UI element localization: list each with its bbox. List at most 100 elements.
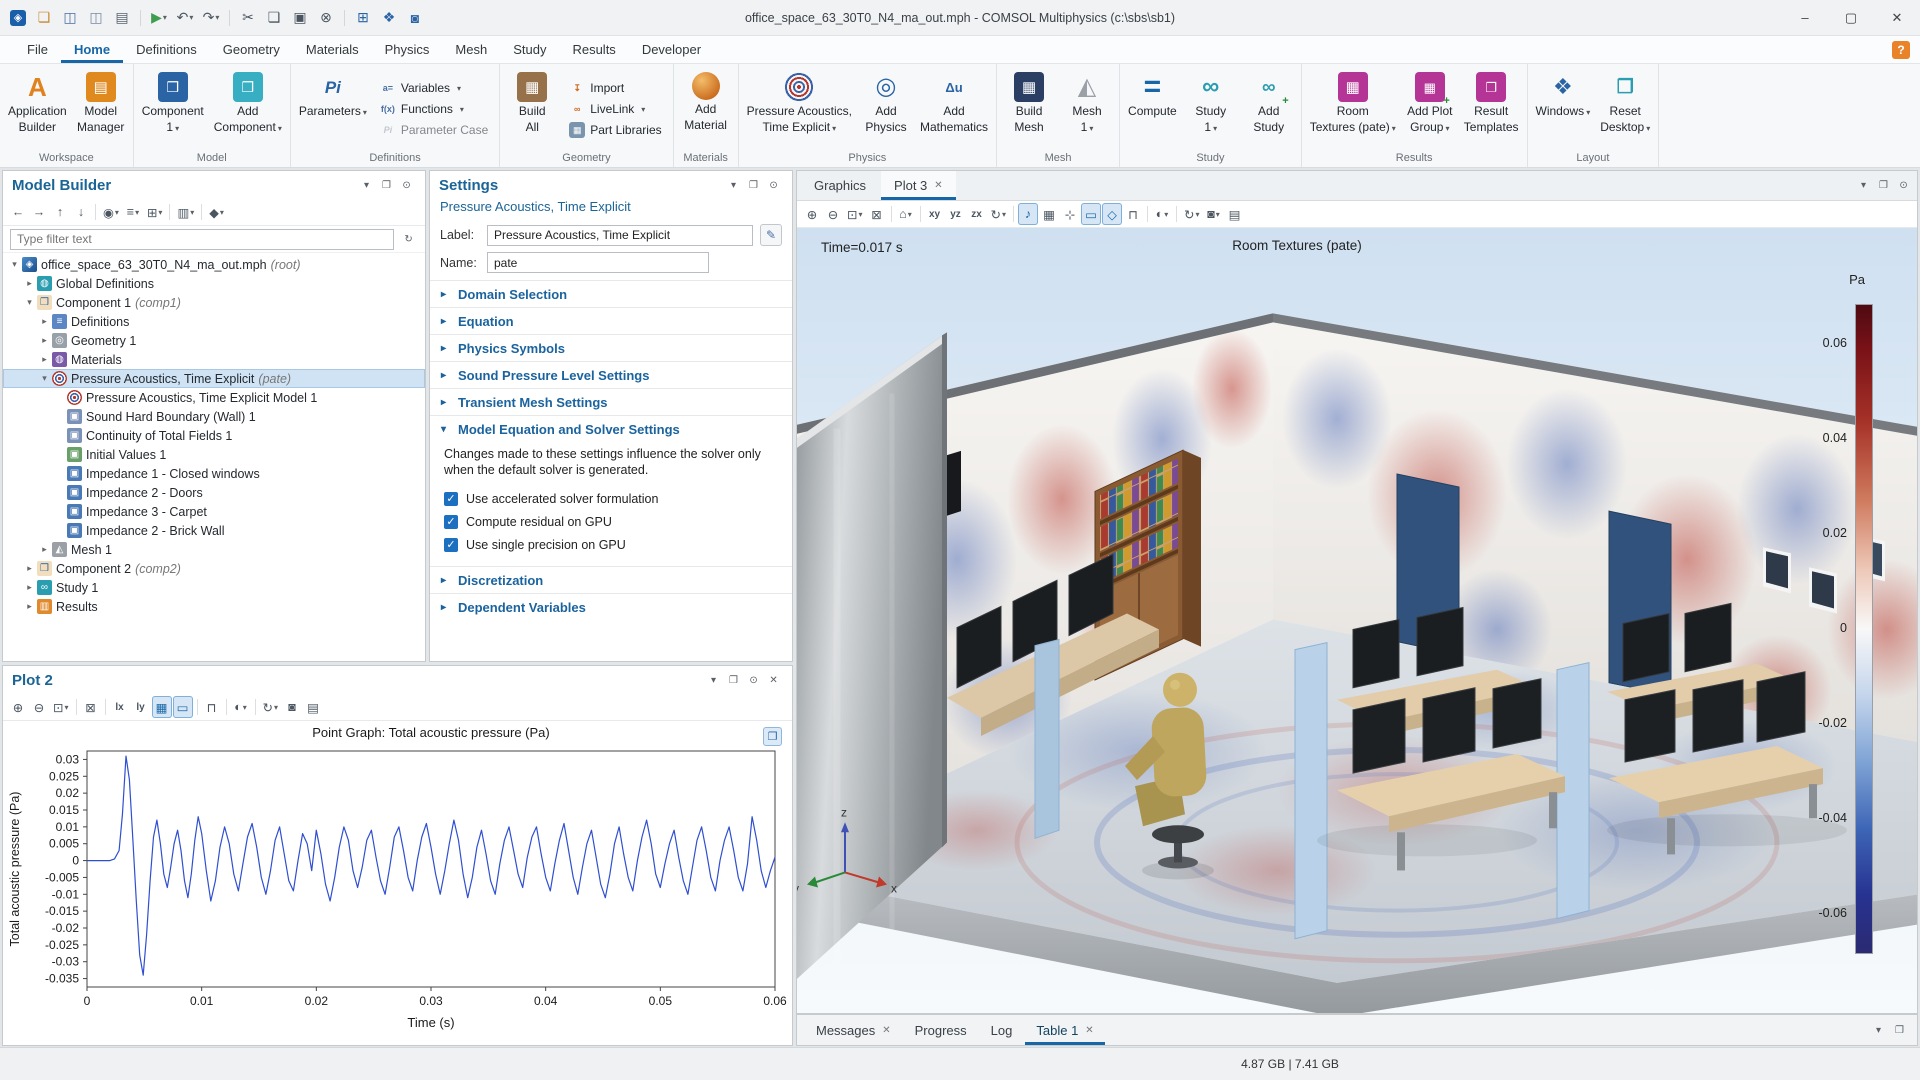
tab-table-1[interactable]: Table 1 ✕ (1025, 1015, 1104, 1045)
expand-arrow-icon[interactable]: ▾ (8, 259, 21, 270)
zoom-extents-button[interactable]: ⊠ (81, 696, 101, 718)
tree-item[interactable]: ▾ ❒ Component 1 (comp1) (3, 293, 425, 312)
show-axes-button[interactable]: ⊹ (1060, 203, 1080, 225)
parameters-ribbon-button[interactable]: Pi Parameters ▾ (294, 67, 372, 151)
section-domain-selection[interactable]: ▸ Domain Selection (430, 280, 792, 307)
section-dependent-variables[interactable]: ▸ Dependent Variables (430, 593, 792, 620)
windows-ribbon-button[interactable]: ❖ Windows ▾ (1531, 67, 1596, 151)
tree-item[interactable]: ▣ Impedance 2 - Doors (3, 483, 425, 502)
menu-tab-developer[interactable]: Developer (629, 36, 714, 63)
section-physics-symbols[interactable]: ▸ Physics Symbols (430, 334, 792, 361)
zoom-out-button[interactable]: ⊖ (823, 203, 843, 225)
view-xy-button[interactable]: xy (925, 203, 945, 225)
add-table-button[interactable]: ⊞ (351, 5, 375, 31)
pin-button[interactable]: ⊙ (764, 176, 783, 195)
copy-button[interactable]: ❏ (262, 5, 286, 31)
sound-button[interactable]: ♪ (1018, 203, 1038, 225)
use-single-precision-on-gpu-checkbox[interactable]: ✓ (444, 537, 458, 552)
show-grid-button[interactable]: ▦ (151, 696, 172, 718)
tree-item[interactable]: ▸ ◎ Geometry 1 (3, 331, 425, 350)
plot2-chart-canvas[interactable]: ❐ Point Graph: Total acoustic pressure (… (3, 721, 792, 1045)
image-snapshot-button[interactable]: ◙ ▾ (1204, 203, 1224, 225)
add-mathematics-ribbon-button[interactable]: Δu Add Mathematics (915, 67, 993, 151)
show-button[interactable]: ◉ ▾ (100, 201, 122, 223)
panel-menu-button[interactable]: ▾ (704, 671, 723, 690)
tab-messages[interactable]: Messages ✕ (805, 1015, 902, 1045)
tree-item[interactable]: ▸ ❒ Component 2 (comp2) (3, 559, 425, 578)
filter-input[interactable] (10, 228, 394, 250)
expand-arrow-icon[interactable]: ▸ (23, 563, 36, 574)
menu-tab-results[interactable]: Results (559, 36, 628, 63)
print-button[interactable]: ▤ (1225, 203, 1245, 225)
forward-button[interactable]: → (29, 201, 49, 223)
expand-tree-button[interactable]: ⊞ ▾ (144, 201, 166, 223)
color-theme-button[interactable]: ◐ ▾ (231, 696, 251, 718)
functions-ribbon-button[interactable]: f(x) Functions ▾ (376, 100, 492, 118)
paste-button[interactable]: ▣ (288, 5, 312, 31)
lock-view-button[interactable]: ⊓ (1123, 203, 1143, 225)
save-as-button[interactable]: ◫ (84, 5, 108, 31)
redo-button[interactable]: ↷ ▾ (199, 5, 223, 31)
tree-item[interactable]: ▾ Pressure Acoustics, Time Explicit (pate) (3, 369, 425, 388)
panel-menu-button[interactable]: ▾ (1854, 176, 1873, 195)
rename-label-button[interactable]: ✎ (760, 224, 782, 246)
scene-update-button[interactable]: ↻ ▾ (1181, 203, 1203, 225)
compute-ribbon-button[interactable]: = Compute (1123, 67, 1182, 151)
tree-item[interactable]: ▣ Initial Values 1 (3, 445, 425, 464)
tree-item[interactable]: ▸ ◭ Mesh 1 (3, 540, 425, 559)
back-button[interactable]: ← (8, 201, 28, 223)
tree-item[interactable]: ▣ Continuity of Total Fields 1 (3, 426, 425, 445)
tree-item[interactable]: ▸ ◍ Global Definitions (3, 274, 425, 293)
panel-menu-button[interactable]: ▾ (724, 176, 743, 195)
tree-item[interactable]: ▸ ∞ Study 1 (3, 578, 425, 597)
undock-button[interactable]: ❐ (377, 176, 396, 195)
expand-arrow-icon[interactable]: ▸ (38, 354, 51, 365)
lock-axes-button[interactable]: ⊓ (202, 696, 222, 718)
tree-item[interactable]: ▣ Impedance 2 - Brick Wall (3, 521, 425, 540)
tree-item[interactable]: ▣ Impedance 3 - Carpet (3, 502, 425, 521)
close-icon[interactable]: ✕ (882, 1025, 890, 1036)
print-button[interactable]: ▤ (303, 696, 323, 718)
menu-tab-materials[interactable]: Materials (293, 36, 372, 63)
zoom-in-button[interactable]: ⊕ (802, 203, 822, 225)
pressure-acoustics-ribbon-button[interactable]: Pressure Acoustics, Time Explicit ▾ (742, 67, 857, 151)
room-textures-ribbon-button[interactable]: ▦ Room Textures (pate) ▾ (1305, 67, 1401, 151)
model-tree-columns-button[interactable]: ▥ ▾ (174, 201, 197, 223)
expand-arrow-icon[interactable]: ▸ (38, 335, 51, 346)
import-ribbon-button[interactable]: ↧ Import (565, 79, 665, 97)
reset-desktop-ribbon-button[interactable]: ❐ Reset Desktop ▾ (1595, 67, 1655, 151)
color-theme-button[interactable]: ◐ ▾ (1152, 203, 1172, 225)
menu-tab-geometry[interactable]: Geometry (210, 36, 293, 63)
x-log-scale-button[interactable]: lx (110, 696, 130, 718)
menu-tab-file[interactable]: File (14, 36, 61, 63)
delete-button[interactable]: ⊗ (314, 5, 338, 31)
view-zx-button[interactable]: zx (967, 203, 987, 225)
zoom-in-button[interactable]: ⊕ (8, 696, 28, 718)
use-accelerated-solver-formulation-checkbox[interactable]: ✓ (444, 491, 458, 506)
add-physics-ribbon-button[interactable]: ◎ Add Physics (857, 67, 915, 151)
undock-button[interactable]: ❐ (744, 176, 763, 195)
expand-arrow-icon[interactable]: ▾ (38, 373, 51, 384)
tree-item[interactable]: ▸ ▥ Results (3, 597, 425, 616)
view-yz-button[interactable]: yz (946, 203, 966, 225)
undo-button[interactable]: ↶ ▾ (173, 5, 197, 31)
play-button[interactable]: ▶ ▾ (147, 5, 171, 31)
axis-limits-button[interactable]: ▭ (172, 696, 193, 718)
print-button[interactable]: ▤ (110, 5, 134, 31)
component-1-ribbon-button[interactable]: ❒ Component 1 ▾ (137, 67, 209, 151)
menu-tab-study[interactable]: Study (500, 36, 559, 63)
undock-button[interactable]: ❐ (1890, 1021, 1909, 1040)
zoom-out-button[interactable]: ⊖ (29, 696, 49, 718)
refresh-filter-button[interactable]: ↻ (399, 230, 418, 249)
help-button[interactable]: ? (1892, 40, 1910, 59)
menu-tab-definitions[interactable]: Definitions (123, 36, 210, 63)
minimize-button[interactable]: – (1782, 0, 1828, 36)
image-snapshot-button[interactable]: ◙ (282, 696, 302, 718)
pin-button[interactable]: ⊙ (397, 176, 416, 195)
tree-item[interactable]: ▣ Impedance 1 - Closed windows (3, 464, 425, 483)
tree-item[interactable]: Pressure Acoustics, Time Explicit Model … (3, 388, 425, 407)
compute-residual-on-gpu-checkbox[interactable]: ✓ (444, 514, 458, 529)
tab-graphics[interactable]: Graphics (801, 171, 879, 200)
pin-button[interactable]: ⊙ (1894, 176, 1913, 195)
build-mesh-ribbon-button[interactable]: ▦ Build Mesh (1000, 67, 1058, 151)
